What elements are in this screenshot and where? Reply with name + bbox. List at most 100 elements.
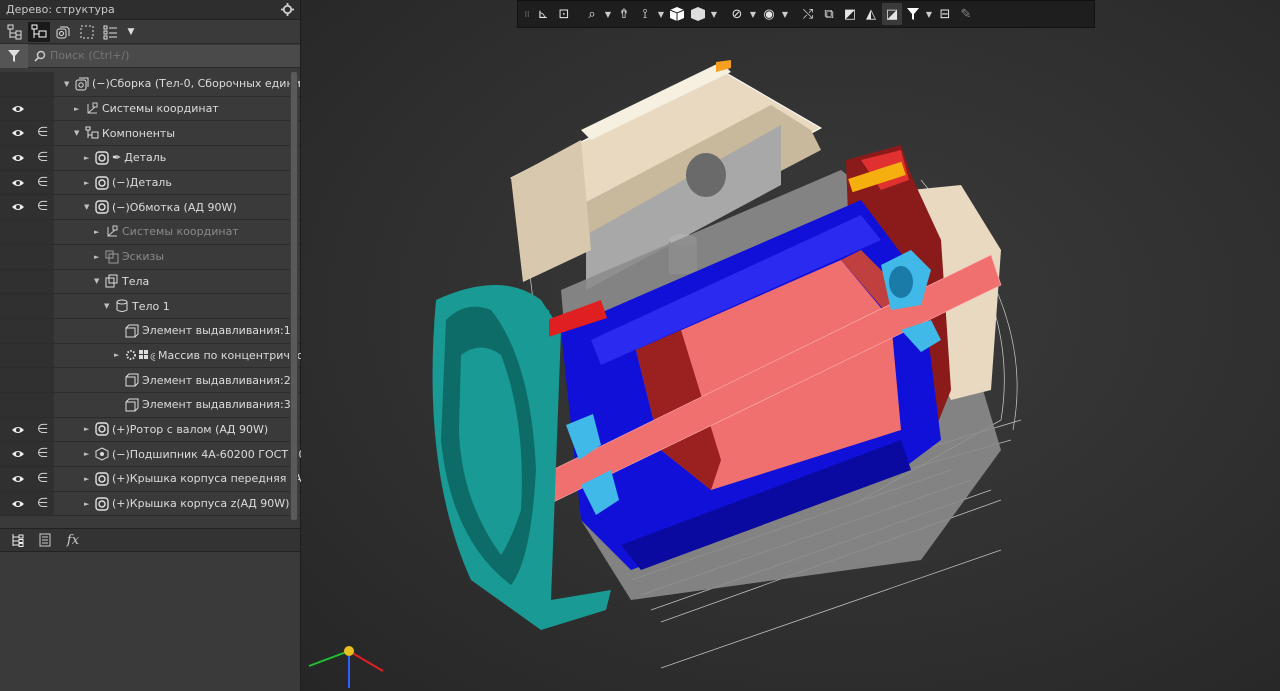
visibility-dropdown[interactable]: ▼ — [780, 3, 790, 25]
tree-row[interactable]: ▼ (−)Сборка (Тел-0, Сборочных единиц — [0, 72, 308, 97]
inclusion-icon[interactable]: ∈ — [37, 422, 48, 437]
tree-toolbar-dropdown[interactable]: ▼ — [124, 22, 138, 42]
3d-viewport[interactable]: ⁝⁝ ⊾ ⊡ ⌕ ▼ ⇮ ⟟ ▼ ▼ ⊘ ▼ ◉ ▼ ⤭ ⧉ ◩ ◭ ◪ ▼ ⊟… — [301, 0, 1280, 691]
expand-arrow-icon[interactable]: ► — [84, 425, 92, 433]
normal-view-button[interactable]: ⊡ — [554, 3, 574, 25]
view-frame-button[interactable]: ⧉ — [819, 3, 839, 25]
tree-icon — [12, 534, 24, 547]
shaded-edges-button[interactable] — [667, 3, 687, 25]
scrollbar-thumb[interactable] — [291, 72, 297, 520]
expand-arrow-icon[interactable]: ▼ — [74, 129, 82, 137]
eye-icon[interactable] — [11, 449, 25, 459]
tab-properties[interactable] — [34, 530, 56, 550]
search-input[interactable] — [28, 44, 300, 67]
display-mode-dropdown[interactable]: ▼ — [709, 3, 719, 25]
tree-scrollbar[interactable] — [290, 72, 298, 520]
toolbar-grip[interactable]: ⁝⁝ — [522, 3, 532, 25]
hide-dropdown[interactable]: ▼ — [748, 3, 758, 25]
tab-variables[interactable]: fx — [62, 530, 84, 550]
cube-edges-icon — [669, 7, 685, 21]
tree-row[interactable]: ► Системы координат — [0, 220, 300, 245]
tree-row[interactable]: ∈ ► (−)Деталь — [0, 170, 300, 196]
inclusion-icon[interactable]: ∈ — [37, 446, 48, 461]
expand-arrow-icon[interactable]: ► — [94, 228, 102, 236]
cut-view-button[interactable]: ◩ — [840, 3, 860, 25]
eye-icon[interactable] — [11, 474, 25, 484]
tree-row[interactable]: ∈ ▼ Компоненты — [0, 121, 300, 147]
tree-row[interactable]: Элемент выдавливания:1 — [0, 318, 300, 344]
tree-row[interactable]: ∈ ► (−)Подшипник 4А-60200 ГОСТ 100 — [0, 442, 313, 467]
tree-row[interactable]: ∈ ► (+)Крышка корпуса z(АД 90W) — [0, 491, 300, 517]
tree-structure-button[interactable] — [4, 22, 26, 42]
filter-button[interactable] — [0, 43, 28, 68]
zoom-dropdown[interactable]: ▼ — [603, 3, 613, 25]
hide-button[interactable]: ⊘ — [727, 3, 747, 25]
rotate-button[interactable]: ⟟ — [635, 3, 655, 25]
tab-tree[interactable] — [6, 530, 28, 550]
expand-arrow-icon[interactable]: ► — [114, 351, 122, 359]
eye-icon[interactable] — [11, 178, 25, 188]
expand-arrow-icon[interactable]: ► — [84, 154, 92, 162]
inclusion-icon[interactable]: ∈ — [37, 175, 48, 190]
tree-row[interactable]: ▼ Тело 1 — [0, 294, 300, 319]
inclusion-icon[interactable]: ∈ — [37, 471, 48, 486]
tree-parts-button[interactable] — [52, 22, 74, 42]
pan-button[interactable]: ⇮ — [614, 3, 634, 25]
extrude-icon — [125, 398, 139, 412]
pan-icon: ⇮ — [618, 6, 630, 22]
shaded-button[interactable] — [688, 3, 708, 25]
gear-icon[interactable] — [281, 3, 294, 16]
perspective-button[interactable]: ◭ — [861, 3, 881, 25]
tree-row-label: Элемент выдавливания:3 — [142, 398, 291, 412]
inclusion-icon[interactable]: ∈ — [37, 150, 48, 165]
expand-arrow-icon[interactable]: ► — [84, 450, 92, 458]
rotate-dropdown[interactable]: ▼ — [656, 3, 666, 25]
tree-row[interactable]: Элемент выдавливания:2 — [0, 368, 300, 393]
eye-icon[interactable] — [11, 202, 25, 212]
visibility-button[interactable]: ◉ — [759, 3, 779, 25]
zoom-button[interactable]: ⌕ — [582, 3, 602, 25]
orientation-button[interactable]: ⊾ — [533, 3, 553, 25]
tree-row[interactable]: ▼ Тела — [0, 269, 300, 295]
eye-icon[interactable] — [11, 128, 25, 138]
eye-icon[interactable] — [11, 104, 25, 114]
tree-row[interactable]: Элемент выдавливания:3 — [0, 392, 300, 418]
tree-row[interactable]: ∈ ► (+)Ротор с валом (АД 90W) — [0, 417, 300, 443]
motor-model[interactable] — [301, 0, 1280, 691]
tree-row[interactable]: ∈ ▼ (−)Обмотка (АД 90W) — [0, 195, 300, 221]
inclusion-icon[interactable]: ∈ — [37, 125, 48, 140]
funnel-icon — [907, 8, 919, 20]
eye-icon[interactable] — [11, 425, 25, 435]
tree-row[interactable]: ► Эскизы — [0, 244, 300, 270]
expand-arrow-icon[interactable]: ► — [84, 475, 92, 483]
expand-arrow-icon[interactable]: ► — [94, 253, 102, 261]
eye-icon[interactable] — [11, 499, 25, 509]
tree-row[interactable]: ∈ ► (+)Крышка корпуса передняя (АД 9 — [0, 467, 321, 492]
section-button[interactable]: ⤭ — [798, 3, 818, 25]
tree-row[interactable]: ► Системы координат — [0, 96, 300, 122]
expand-arrow-icon[interactable]: ▼ — [64, 80, 72, 88]
expand-arrow-icon[interactable]: ▼ — [104, 302, 112, 310]
tree-row[interactable]: ► @Массив по концентричес — [0, 343, 303, 369]
select-filter-button[interactable]: ⊟ — [935, 3, 955, 25]
tree-components-icon — [31, 24, 47, 38]
eyedropper-button[interactable]: ✎ — [956, 3, 976, 25]
inclusion-icon[interactable]: ∈ — [37, 496, 48, 511]
assembly-icon — [75, 77, 89, 91]
inclusion-icon[interactable]: ∈ — [37, 199, 48, 214]
tree-row[interactable]: ∈ ► ✒ Деталь — [0, 146, 300, 171]
filter-dropdown[interactable]: ▼ — [924, 3, 934, 25]
expand-arrow-icon[interactable]: ► — [84, 500, 92, 508]
tree-components-button[interactable] — [28, 21, 50, 42]
eye-icon[interactable] — [11, 153, 25, 163]
section-view-button[interactable]: ◪ — [882, 3, 902, 25]
filter-button[interactable] — [903, 3, 923, 25]
expand-arrow-icon[interactable]: ▼ — [94, 277, 102, 285]
expand-arrow-icon[interactable]: ► — [74, 105, 82, 113]
tree-select-button[interactable] — [76, 22, 98, 42]
expand-arrow-icon[interactable]: ▼ — [84, 203, 92, 211]
chevron-down-icon: ▼ — [657, 9, 665, 19]
tree-filter-list-button[interactable] — [100, 22, 122, 42]
tree-row-label: Элемент выдавливания:1 — [142, 324, 291, 338]
expand-arrow-icon[interactable]: ► — [84, 179, 92, 187]
